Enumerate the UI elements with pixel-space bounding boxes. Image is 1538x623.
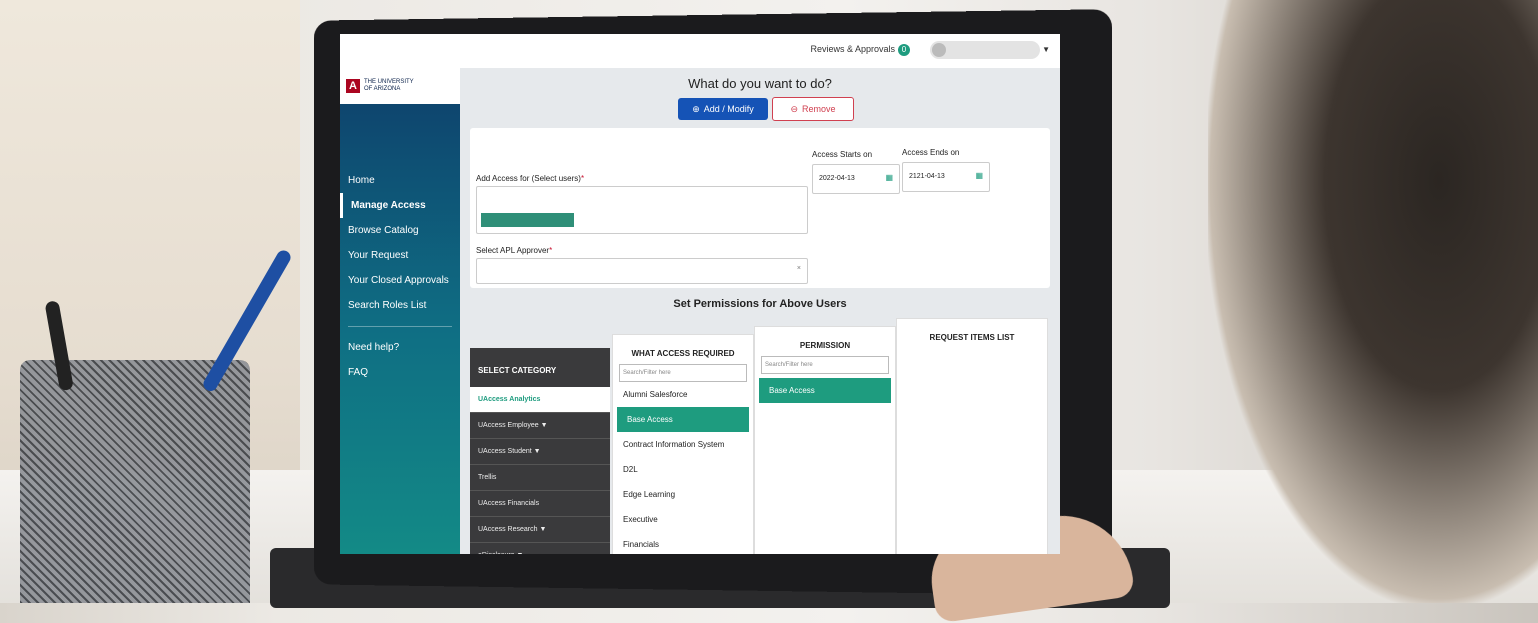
plus-circle-icon: ⊕ <box>692 104 700 115</box>
category-header: SELECT CATEGORY <box>470 348 610 387</box>
sidebar-item-browse-catalog[interactable]: Browse Catalog <box>340 218 460 243</box>
list-item[interactable]: Base Access <box>759 378 891 403</box>
list-item[interactable]: Alumni Salesforce <box>613 382 753 407</box>
avatar <box>932 43 946 57</box>
permissions-title: Set Permissions for Above Users <box>460 298 1060 310</box>
person-silhouette <box>1208 0 1538 603</box>
access-required-header: WHAT ACCESS REQUIRED <box>613 335 753 364</box>
sidebar: A THE UNIVERSITY OF ARIZONA Home Manage … <box>340 68 460 554</box>
permission-panel: PERMISSION Search/Filter here Base Acces… <box>754 326 896 554</box>
add-modify-label: Add / Modify <box>704 104 754 114</box>
sidebar-item-faq[interactable]: FAQ <box>340 360 460 385</box>
main-content: What do you want to do? ⊕ Add / Modify ⊖… <box>460 68 1060 554</box>
reviews-label: Reviews & Approvals <box>810 44 895 54</box>
sidebar-item-your-request[interactable]: Your Request <box>340 243 460 268</box>
access-ends-field[interactable]: 2121-04-13 ▦ <box>902 162 990 192</box>
list-item[interactable]: D2L <box>613 457 753 482</box>
add-modify-button[interactable]: ⊕ Add / Modify <box>678 98 768 120</box>
request-items-header: REQUEST ITEMS LIST <box>897 319 1047 348</box>
calendar-icon[interactable]: ▦ <box>975 171 983 180</box>
access-starts-label: Access Starts on <box>812 150 872 159</box>
sidebar-nav: Home Manage Access Browse Catalog Your R… <box>340 168 460 385</box>
list-item[interactable]: Base Access <box>617 407 749 432</box>
list-item[interactable]: Financials <box>613 532 753 554</box>
chevron-down-icon: ▼ <box>534 448 541 455</box>
chevron-down-icon: ▼ <box>1042 45 1050 54</box>
page-title: What do you want to do? <box>460 76 1060 91</box>
permission-search-input[interactable]: Search/Filter here <box>761 356 889 374</box>
category-item[interactable]: UAccess Analytics <box>470 387 610 413</box>
category-item[interactable]: UAccess Student ▼ <box>470 439 610 465</box>
pen-holder <box>20 360 250 603</box>
chevron-down-icon: ▼ <box>539 526 546 533</box>
reviews-approvals-link[interactable]: Reviews & Approvals 0 <box>810 44 910 56</box>
select-users-field[interactable] <box>476 186 808 234</box>
sidebar-item-home[interactable]: Home <box>340 168 460 193</box>
sidebar-item-closed-approvals[interactable]: Your Closed Approvals <box>340 268 460 293</box>
logo-text: THE UNIVERSITY OF ARIZONA <box>364 79 414 93</box>
logo-line-1: THE UNIVERSITY <box>364 79 414 86</box>
logo-line-2: OF ARIZONA <box>364 86 414 93</box>
remove-label: Remove <box>802 104 836 114</box>
permission-header: PERMISSION <box>755 327 895 356</box>
approver-label: Select APL Approver* <box>476 246 552 255</box>
minus-circle-icon: ⊖ <box>790 104 798 115</box>
list-item[interactable]: Contract Information System <box>613 432 753 457</box>
chevron-down-icon: ▼ <box>517 552 524 554</box>
list-item[interactable]: Edge Learning <box>613 482 753 507</box>
list-item[interactable]: Executive <box>613 507 753 532</box>
laptop-screen: Reviews & Approvals 0 ▼ A THE UNIVERSITY … <box>340 34 1060 554</box>
chevron-down-icon: ▼ <box>541 422 548 429</box>
sidebar-item-need-help[interactable]: Need help? <box>340 335 460 360</box>
access-required-panel: WHAT ACCESS REQUIRED Search/Filter here … <box>612 334 754 554</box>
add-access-label: Add Access for (Select users)* <box>476 174 584 183</box>
sidebar-item-search-roles[interactable]: Search Roles List <box>340 293 460 318</box>
access-form-card: Add Access for (Select users)* Access St… <box>470 128 1050 288</box>
remove-button[interactable]: ⊖ Remove <box>772 97 854 121</box>
reviews-count-badge: 0 <box>898 44 910 56</box>
selected-user-chip[interactable] <box>481 213 574 227</box>
category-item[interactable]: UAccess Financials <box>470 491 610 517</box>
access-ends-label: Access Ends on <box>902 148 959 157</box>
sidebar-item-manage-access[interactable]: Manage Access <box>340 193 460 218</box>
request-items-panel: REQUEST ITEMS LIST <box>896 318 1048 554</box>
category-panel: SELECT CATEGORY UAccess Analytics UAcces… <box>470 348 610 554</box>
sidebar-divider <box>348 326 452 327</box>
logo-mark: A <box>346 79 360 93</box>
approver-select[interactable]: × <box>476 258 808 284</box>
category-item[interactable]: eDisclosure ▼ <box>470 543 610 554</box>
category-item[interactable]: UAccess Employee ▼ <box>470 413 610 439</box>
category-item[interactable]: Trellis <box>470 465 610 491</box>
top-bar: Reviews & Approvals 0 ▼ <box>340 34 1060 69</box>
user-menu[interactable]: ▼ <box>930 41 1040 59</box>
access-starts-value: 2022-04-13 <box>819 175 855 182</box>
access-starts-field[interactable]: 2022-04-13 ▦ <box>812 164 900 194</box>
category-item[interactable]: UAccess Research ▼ <box>470 517 610 543</box>
university-logo[interactable]: A THE UNIVERSITY OF ARIZONA <box>340 68 460 104</box>
clear-icon[interactable]: × <box>797 265 801 272</box>
access-search-input[interactable]: Search/Filter here <box>619 364 747 382</box>
calendar-icon[interactable]: ▦ <box>885 173 893 182</box>
access-ends-value: 2121-04-13 <box>909 173 945 180</box>
